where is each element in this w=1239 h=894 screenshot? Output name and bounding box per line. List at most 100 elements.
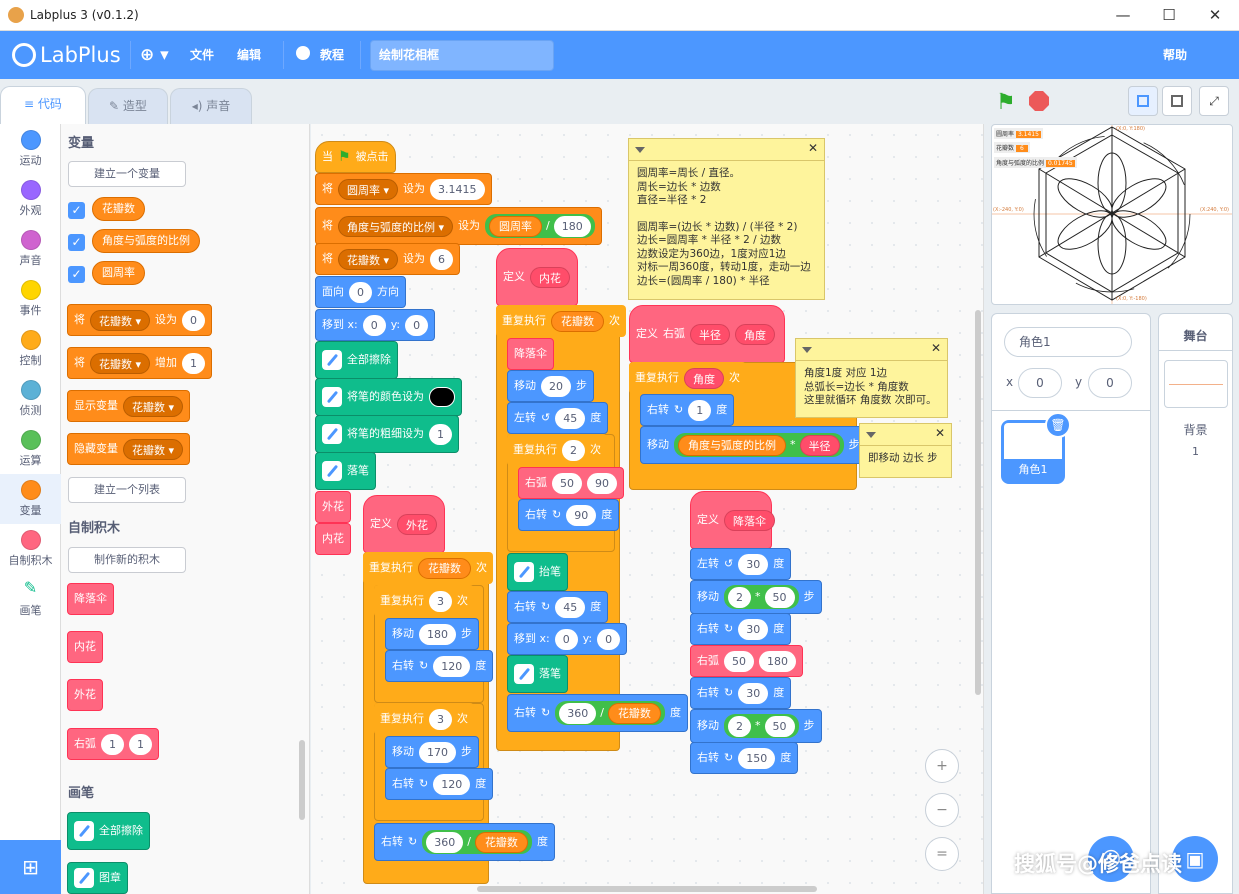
tab-costume[interactable]: ✎ 造型 [88,88,168,124]
arc-radius-input[interactable]: 1 [101,733,124,755]
multiply-operator[interactable]: 角度与弧度的比例 * 半径 [674,433,844,457]
tab-sound[interactable]: ◂) 声音 [170,88,252,124]
category-variables[interactable]: 变量 [0,474,61,524]
color-swatch[interactable] [429,387,455,407]
variable-dropdown[interactable]: 角度与弧度的比例 ▾ [338,215,454,237]
variable-dropdown[interactable]: 花瓣数 ▾ [338,248,399,270]
divide-operator[interactable]: 圆周率/180 [485,214,595,238]
value-input[interactable]: 3.1415 [430,178,485,200]
close-button[interactable]: ✕ [1204,4,1226,26]
when-flag-clicked-block[interactable]: 当 ⚑ 被点击 [315,141,396,173]
turn-left-block[interactable]: 左转 ↺ 30 度 [690,548,792,580]
stage-target-pane[interactable]: 舞台 背景 1 [1158,313,1233,894]
category-control[interactable]: 控制 [0,324,61,374]
large-stage-button[interactable] [1162,86,1192,116]
variable-dropdown[interactable]: 花瓣数 ▾ [123,395,184,417]
turn-right-block[interactable]: 右转 ↻ 120 度 [385,768,494,800]
backdrop-thumbnail[interactable] [1164,360,1228,408]
multiply-operator[interactable]: 2 * 50 [724,714,799,738]
zoom-reset-button[interactable]: = [925,837,959,871]
move-steps-block[interactable]: 移动 2 * 50 步 [690,709,822,743]
variable-reporter[interactable]: 圆周率 [92,261,145,285]
small-stage-button[interactable] [1128,86,1158,116]
turn-right-block[interactable]: 右转 ↻ 30 度 [690,613,792,645]
value-input[interactable]: 0 [182,309,206,331]
custom-block-arc[interactable]: 右弧 1 1 [67,728,159,760]
define-chute-block[interactable]: 定义 降落伞 [690,491,775,549]
edit-menu[interactable]: 编辑 [237,31,261,79]
language-globe-icon[interactable]: ⊕ ▾ [140,31,169,79]
pen-clear-block[interactable]: 全部擦除 [315,341,398,379]
show-variable-block[interactable]: 显示变量 花瓣数 ▾ [67,390,191,422]
turn-right-block[interactable]: 右转 ↻ 30 度 [690,677,792,709]
pen-clear-block[interactable]: 全部擦除 [67,812,150,850]
file-menu[interactable]: 文件 [190,31,214,79]
custom-block-outer[interactable]: 外花 [67,679,103,711]
variable-dropdown[interactable]: 花瓣数 ▾ [90,309,151,331]
comment-note[interactable]: ✕ 即移动 边长 步 [859,423,952,478]
category-looks[interactable]: 外观 [0,174,61,224]
collapse-icon[interactable] [802,347,812,353]
pen-down-block[interactable]: 落笔 [507,655,568,693]
call-chute[interactable]: 降落伞 [507,338,554,370]
category-operators[interactable]: 运算 [0,424,61,474]
make-list-button[interactable]: 建立一个列表 [68,477,186,503]
pen-stamp-block[interactable]: 图章 [67,862,128,894]
stage-canvas[interactable]: 圆周率 3.1415 花瓣数 6 角度与弧度的比例 0.01745 (X:0, … [991,124,1233,305]
sprite-name-input[interactable]: 角色1 [1004,327,1132,357]
arc-block[interactable]: 右弧 50 180 [690,645,803,677]
delete-sprite-icon[interactable]: 🗑 [1045,412,1071,438]
turn-right-block[interactable]: 右转 ↻ 150 度 [690,742,799,774]
maximize-button[interactable]: ☐ [1158,4,1180,26]
move-steps-block[interactable]: 移动 170 步 [385,736,479,768]
move-steps-block[interactable]: 移动 180 步 [385,618,479,650]
value-input[interactable]: 6 [430,248,454,270]
divide-operator[interactable]: 360/花瓣数 [422,830,532,854]
pen-down-block[interactable]: 落笔 [315,452,376,490]
tab-code[interactable]: ≡ 代码 [0,86,86,125]
stop-icon[interactable] [1029,91,1049,111]
category-events[interactable]: 事件 [0,274,61,324]
goto-xy-block[interactable]: 移到 x: 0 y: 0 [315,309,436,341]
value-input[interactable]: 1 [182,352,206,374]
divide-operator[interactable]: 360/花瓣数 [555,701,665,725]
category-sensing[interactable]: 侦测 [0,374,61,424]
tutorial-menu[interactable]: 教程 [320,31,344,79]
arc-block[interactable]: 右弧 50 90 [518,467,624,499]
pen-up-block[interactable]: 抬笔 [507,553,568,591]
define-outer-flower-block[interactable]: 定义 外花 [363,495,445,553]
category-pen[interactable]: ✎ 画笔 [0,574,61,624]
variable-dropdown[interactable]: 花瓣数 ▾ [123,438,184,460]
project-title-input[interactable]: 绘制花相框 [370,40,554,71]
palette-scrollbar[interactable] [299,740,305,820]
checkbox-var-pi[interactable]: ✓ [68,266,85,283]
turn-right-block[interactable]: 右转 ↻ 360/花瓣数度 [507,694,688,732]
set-variable-block[interactable]: 将角度与弧度的比例 ▾ 设为 圆周率/180 [315,207,602,245]
category-motion[interactable]: 运动 [0,124,61,174]
variable-reporter[interactable]: 角度与弧度的比例 [92,229,200,253]
horizontal-scrollbar[interactable] [477,886,817,892]
vertical-scrollbar[interactable] [975,310,981,695]
collapse-icon[interactable] [866,432,876,438]
comment-note[interactable]: ✕ 圆周率=周长 / 直径。 周长=边长 * 边数 直径=半径 * 2 圆周率=(边长… [628,138,825,300]
zoom-out-button[interactable]: − [925,793,959,827]
define-inner-flower-block[interactable]: 定义 内花 [496,248,578,306]
turn-right-block[interactable]: 右转 ↻ 360/花瓣数度 [374,823,555,861]
close-icon[interactable]: ✕ [935,426,945,441]
point-direction-block[interactable]: 面向 0 方向 [315,276,406,308]
turn-right-block[interactable]: 右转 ↻ 90 度 [518,499,620,531]
turn-right-block[interactable]: 右转 ↻ 120 度 [385,650,494,682]
set-variable-block[interactable]: 将花瓣数 ▾ 设为 6 [315,243,461,275]
custom-block-inner[interactable]: 内花 [67,631,103,663]
goto-xy-block[interactable]: 移到 x: 0 y: 0 [507,623,628,655]
sprite-y-input[interactable]: 0 [1088,368,1132,398]
turn-right-block[interactable]: 右转 ↻ 1 度 [640,394,735,426]
fullscreen-button[interactable]: ⤢ [1199,86,1229,116]
zoom-in-button[interactable]: + [925,749,959,783]
checkbox-var-petals[interactable]: ✓ [68,202,85,219]
move-steps-block[interactable]: 移动 2 * 50 步 [690,580,822,614]
multiply-operator[interactable]: 2 * 50 [724,585,799,609]
make-block-button[interactable]: 制作新的积木 [68,547,186,573]
set-pen-size-block[interactable]: 将笔的粗细设为 1 [315,415,459,453]
arc-angle-input[interactable]: 1 [129,733,152,755]
